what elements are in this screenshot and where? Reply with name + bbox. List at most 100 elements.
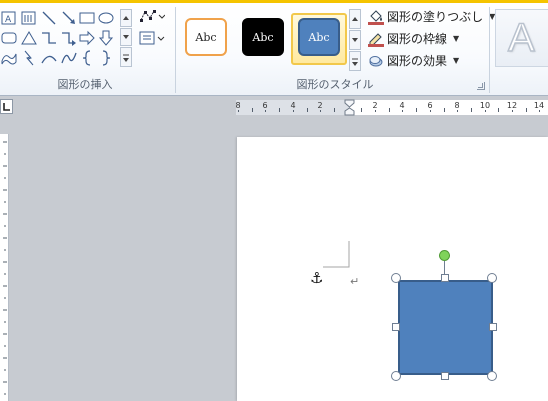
down-arrow-shape-icon[interactable] [97,29,115,47]
ruler-number: 2 [317,101,323,110]
ruler-number: 10 [479,101,491,110]
group-separator [489,7,490,93]
shape-fill-label: 図形の塗りつぶし [387,10,484,24]
ruler-tick [430,110,431,112]
ruler-tick [307,108,308,112]
triangle-shape-icon[interactable] [20,29,38,47]
dropdown-arrow-icon: ▼ [453,56,460,65]
paint-bucket-icon [368,9,384,25]
right-arrow-shape-icon[interactable] [78,29,96,47]
ruler-tick [402,110,403,112]
styles-gallery-more-button[interactable] [349,51,361,71]
oval-shape-icon[interactable] [97,9,115,27]
shape-outline-button[interactable]: 図形の枠線 ▼ [368,30,459,48]
margin-corner-mark [323,241,350,268]
curve-shape-icon[interactable] [60,49,78,67]
pencil-icon [368,31,384,47]
ruler-tick [498,108,499,112]
ribbon: A 図形の挿入 Abc Abc Abc 図形の塗りつぶし ▼ 図形の枠線 ▼ 図… [0,0,548,96]
elbow-connector-shape-icon[interactable] [40,29,58,47]
ruler-tick [539,110,540,112]
vertical-textbox-shape-icon[interactable] [20,9,38,27]
wordart-style-letter: A [507,15,535,61]
dropdown-arrow-icon: ▼ [453,34,460,43]
ruler-number: 6 [262,101,268,110]
resize-handle-bottom[interactable] [441,372,449,380]
anchor-icon[interactable]: ⚓ [310,270,323,286]
ruler-tick [361,108,362,112]
vertical-ruler-ticks [3,141,7,395]
ruler-number: 6 [427,101,433,110]
resize-handle-right[interactable] [489,323,497,331]
rounded-rectangle-shape-icon[interactable] [0,29,18,47]
insert-shapes-group-label: 図形の挿入 [57,78,113,91]
shape-effects-label: 図形の効果 [387,54,448,68]
ruler-number: 14 [533,101,545,110]
shape-outline-label: 図形の枠線 [387,32,448,46]
wordart-style-gallery[interactable]: A [495,9,548,67]
resize-handle-top-left[interactable] [391,273,401,283]
ruler-tick [389,108,390,112]
resize-handle-top[interactable] [441,274,449,282]
shapes-gallery-more-button[interactable] [120,47,132,67]
shapes-gallery-scroll-up[interactable] [120,9,132,27]
text-box-button[interactable] [139,30,165,46]
right-brace-shape-icon[interactable] [97,49,115,67]
resize-handle-bottom-right[interactable] [487,371,497,381]
resize-handle-bottom-left[interactable] [391,371,401,381]
arc-shape-icon[interactable] [40,49,58,67]
lightning-shape-icon[interactable] [20,49,38,67]
ruler-tick [444,108,445,112]
ruler-tick [334,108,335,112]
elbow-arrow-connector-shape-icon[interactable] [60,29,78,47]
rectangle-shape[interactable] [398,280,493,375]
vertical-ruler[interactable] [0,134,9,401]
edit-points-icon [140,10,166,22]
shape-style-orange-outline[interactable]: Abc [185,18,227,56]
ruler-tick [457,110,458,112]
wave-shape-icon[interactable] [0,49,18,67]
ruler-tick [238,110,239,112]
styles-gallery-scroll-up[interactable] [349,9,361,29]
document-page[interactable]: ⚓ ↵ [237,137,548,401]
shape-style-black[interactable]: Abc [242,18,284,56]
style-swatch-label: Abc [252,30,274,44]
shape-style-blue[interactable]: Abc [298,18,340,56]
ruler-tick [279,108,280,112]
tab-selector-button[interactable] [0,99,13,114]
ruler-tick [320,110,321,112]
first-line-indent-marker[interactable] [344,99,355,117]
edit-shape-button[interactable] [139,8,166,24]
group-separator [175,7,176,93]
shape-effects-button[interactable]: 図形の効果 ▼ [368,52,459,70]
shape-effects-icon [368,53,384,69]
shape-styles-dialog-launcher[interactable] [477,82,485,90]
line-shape-icon[interactable] [40,9,58,27]
ruler-tick [512,110,513,112]
textbox-shape-icon[interactable]: A [0,9,18,27]
ruler-tick [293,110,294,112]
ruler-tick [252,108,253,112]
svg-text:A: A [5,15,12,25]
resize-handle-left[interactable] [392,323,400,331]
style-swatch-label: Abc [308,30,330,44]
rotation-handle[interactable] [439,250,450,261]
paragraph-mark: ↵ [350,275,360,288]
ruler-number: 4 [399,101,405,110]
shapes-gallery-scroll-down[interactable] [120,28,132,46]
rectangle-shape-icon[interactable] [78,9,96,27]
textbox-icon [139,31,165,45]
styles-gallery-scroll-down[interactable] [349,30,361,50]
ruler-number: 8 [454,101,460,110]
resize-handle-top-right[interactable] [487,273,497,283]
ruler-tick [375,110,376,112]
shapes-gallery: A [0,7,120,69]
ruler-number: 2 [372,101,378,110]
ruler-tick [526,108,527,112]
shape-fill-button[interactable]: 図形の塗りつぶし ▼ [368,8,495,26]
ruler-tick [265,110,266,112]
left-brace-shape-icon[interactable] [78,49,96,67]
ruler-number: 4 [290,101,296,110]
ruler-number: 8 [235,101,241,110]
arrow-line-shape-icon[interactable] [60,9,78,27]
